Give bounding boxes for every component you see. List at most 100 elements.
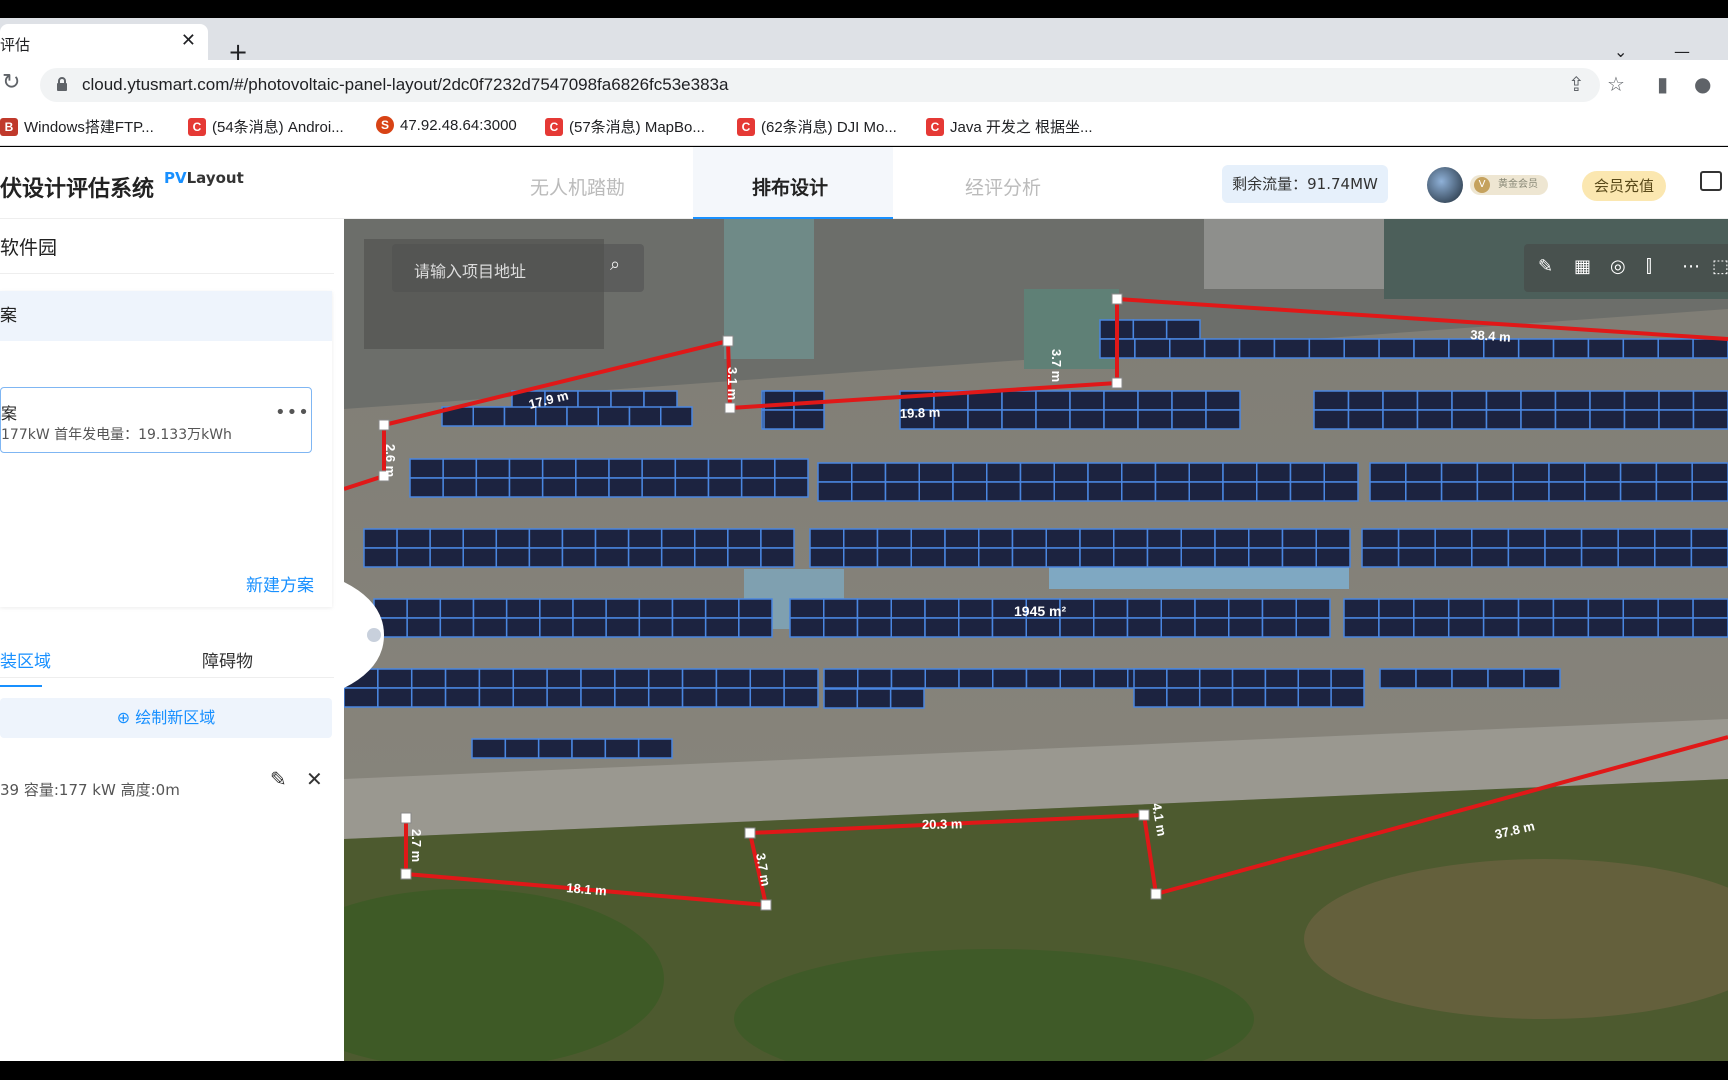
nav-economic-analysis[interactable]: 经评分析 <box>965 173 1041 200</box>
vertex-handle[interactable] <box>1138 809 1150 821</box>
solar-panel <box>1231 668 1267 689</box>
solar-panel <box>1194 598 1230 619</box>
height-tool-icon[interactable]: ⫿ <box>1646 256 1652 277</box>
solar-panel <box>1093 668 1129 689</box>
solar-panel <box>1382 409 1419 430</box>
vertex-handle[interactable] <box>1111 377 1123 389</box>
draw-new-area-button[interactable]: ⊕ 绘制新区域 <box>0 698 332 738</box>
solar-panel <box>594 528 630 549</box>
profile-icon[interactable]: ● <box>1694 72 1711 96</box>
solar-panel <box>608 477 643 498</box>
edit-tool-icon[interactable]: ✎ <box>1538 256 1553 277</box>
remaining-flow-badge: 剩余流量：91.74MW <box>1222 165 1388 203</box>
area-tool-icon[interactable]: ⬚ <box>1712 256 1728 277</box>
vertex-handle[interactable] <box>400 812 412 824</box>
solar-panel <box>715 687 752 708</box>
solar-panel <box>851 481 887 502</box>
solar-panel <box>377 687 413 708</box>
solar-panel <box>614 668 650 689</box>
bookmark-item[interactable]: B Windows搭建FTP... <box>0 116 154 137</box>
collapse-dot-icon[interactable] <box>367 628 381 642</box>
vertex-handle[interactable] <box>1150 888 1162 900</box>
solar-panel <box>738 617 773 638</box>
solar-panel <box>462 547 498 568</box>
edit-icon[interactable]: ✎ <box>270 767 287 791</box>
solar-panel <box>508 458 544 479</box>
vertex-handle[interactable] <box>400 868 412 880</box>
member-recharge-button[interactable]: 会员充值 <box>1582 171 1666 201</box>
bookmark-item[interactable]: C Java 开发之 根据坐... <box>926 116 1093 137</box>
vertex-handle[interactable] <box>724 402 736 414</box>
browser-tab[interactable]: 评估 ✕ <box>0 24 208 60</box>
vertex-handle[interactable] <box>378 419 390 431</box>
tab-install-area[interactable]: 装区域 <box>0 647 51 672</box>
bookmark-item[interactable]: S 47.92.48.64:3000 <box>376 116 517 134</box>
solar-panel <box>704 598 740 619</box>
url-text[interactable]: cloud.ytusmart.com/#/photovoltaic-panel-… <box>82 75 728 95</box>
solar-panel <box>1045 528 1081 549</box>
solar-panel <box>738 598 773 619</box>
solar-panel <box>1093 598 1129 619</box>
solar-panel <box>760 528 795 549</box>
obstacle-tool-icon[interactable]: ◎ <box>1610 256 1626 277</box>
close-icon[interactable]: ✕ <box>306 767 323 791</box>
solar-panel <box>1132 319 1168 340</box>
map-search[interactable]: 请输入项目地址 ⌕ <box>392 244 644 292</box>
solar-panel <box>1121 462 1157 483</box>
solar-panel <box>1440 462 1479 483</box>
solar-panel <box>580 668 616 689</box>
solar-panel <box>1482 598 1520 619</box>
layout-tool-icon[interactable]: ▦ <box>1574 256 1591 277</box>
solar-panel <box>641 477 677 498</box>
vertex-handle[interactable] <box>1111 293 1123 305</box>
star-icon[interactable]: ☆ <box>1607 72 1625 96</box>
more-icon[interactable]: ••• <box>275 402 310 423</box>
solar-panel <box>566 406 599 427</box>
plan-item[interactable]: 案 177kW 首年发电量：19.133万kWh ••• <box>0 387 312 453</box>
solar-panel <box>1623 409 1660 430</box>
bookmark-item[interactable]: C (62条消息) DJI Mo... <box>737 116 897 137</box>
bookmarks-bar: B Windows搭建FTP... C (54条消息) Androi... S 47.… <box>0 108 1728 146</box>
close-tab-icon[interactable]: ✕ <box>181 30 196 51</box>
map-search-input[interactable]: 请输入项目地址 <box>414 258 526 282</box>
tab-search-icon[interactable]: ⌄ <box>1614 42 1627 61</box>
solar-panel <box>1295 598 1331 619</box>
search-icon[interactable]: ⌕ <box>610 254 620 275</box>
avatar[interactable] <box>1427 167 1463 203</box>
solar-panel <box>504 738 540 759</box>
solar-panel <box>597 406 631 427</box>
screen-icon[interactable] <box>1700 171 1722 191</box>
solar-panel <box>694 547 729 568</box>
solar-panel <box>1405 462 1443 483</box>
solar-panel <box>952 481 988 502</box>
solar-panel <box>472 617 508 638</box>
vertex-handle[interactable] <box>722 335 734 347</box>
app-logo: PVLayout <box>164 169 244 187</box>
nav-layout-design[interactable]: 排布设计 <box>752 173 828 200</box>
solar-panel <box>1617 547 1656 568</box>
solar-panel <box>1313 390 1350 411</box>
share-icon[interactable]: ⇪ <box>1568 72 1585 96</box>
solar-panel <box>660 547 696 568</box>
bookmark-item[interactable]: C (54条消息) Androi... <box>188 116 344 137</box>
measure-tool-icon[interactable]: ⋯ <box>1682 256 1700 277</box>
side-panel-icon[interactable]: ▮ <box>1657 72 1668 96</box>
solar-panel <box>1134 338 1171 359</box>
vertex-handle[interactable] <box>744 827 756 839</box>
new-plan-button[interactable]: 新建方案 <box>246 571 314 596</box>
tab-obstacles[interactable]: 障碍物 <box>202 647 253 672</box>
map-view[interactable]: 38.4 m 3.7 m 19.8 m 3.1 m 17.9 m 2.6 m 2… <box>344 219 1728 1061</box>
bookmark-item[interactable]: C (57条消息) MapBo... <box>545 116 705 137</box>
solar-panel <box>1313 409 1350 430</box>
solar-panel <box>1517 617 1555 638</box>
minimize-icon[interactable]: — <box>1674 42 1690 61</box>
solar-panel <box>1658 409 1695 430</box>
reload-icon[interactable]: ↻ <box>2 70 20 95</box>
nav-drone-survey[interactable]: 无人机踏勘 <box>530 173 625 200</box>
vertex-handle[interactable] <box>760 899 772 911</box>
solar-panel <box>793 409 825 430</box>
measure-label: 3.7 m <box>1049 349 1064 382</box>
aerial-map[interactable]: 38.4 m 3.7 m 19.8 m 3.1 m 17.9 m 2.6 m 2… <box>344 219 1728 1061</box>
solar-panel <box>410 668 447 689</box>
plan-name: 案 <box>1 404 18 423</box>
